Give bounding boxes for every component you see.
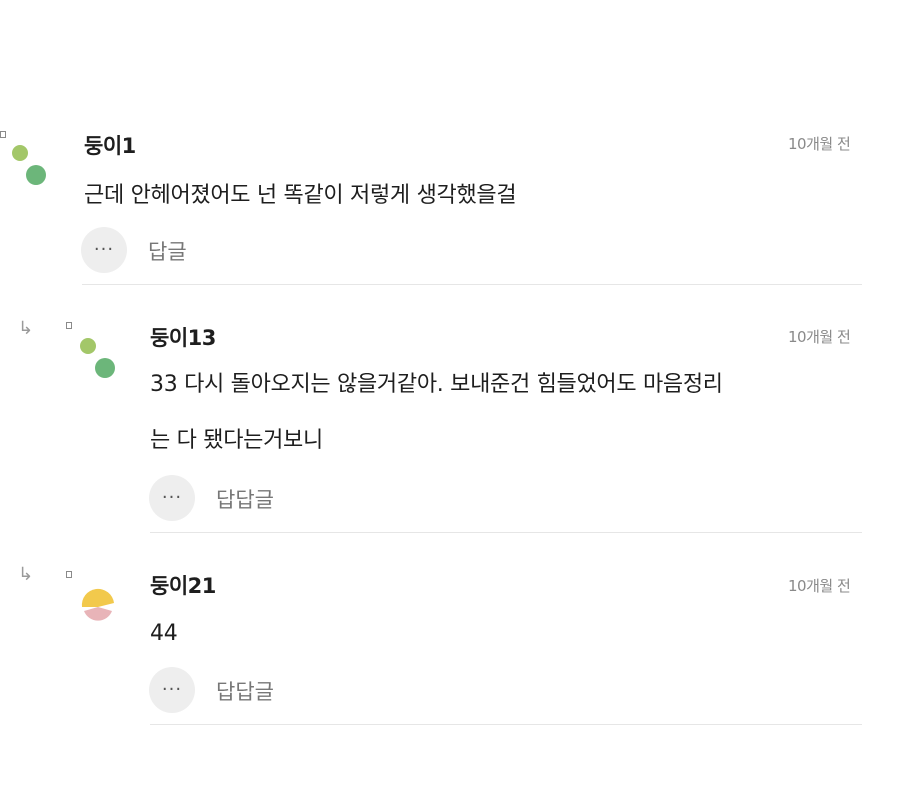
- reply-arrow-icon: ↳: [18, 564, 34, 585]
- more-options-button[interactable]: ···: [149, 667, 195, 713]
- comment-text: 44: [150, 621, 178, 646]
- profile-marker-icon: [66, 571, 72, 578]
- avatar-shape-pink: [84, 607, 112, 621]
- avatar-shape-yellow: [81, 588, 114, 607]
- comment-3: ↳ 둥이21 10개월 전 44 ··· 답답글: [0, 0, 900, 730]
- comment-nickname[interactable]: 둥이21: [150, 570, 216, 600]
- comment-time: 10개월 전: [788, 577, 851, 595]
- reply-link[interactable]: 답답글: [216, 676, 274, 706]
- comment-divider: [150, 724, 862, 725]
- avatar[interactable]: [76, 585, 120, 629]
- ellipsis-icon: ···: [161, 679, 183, 700]
